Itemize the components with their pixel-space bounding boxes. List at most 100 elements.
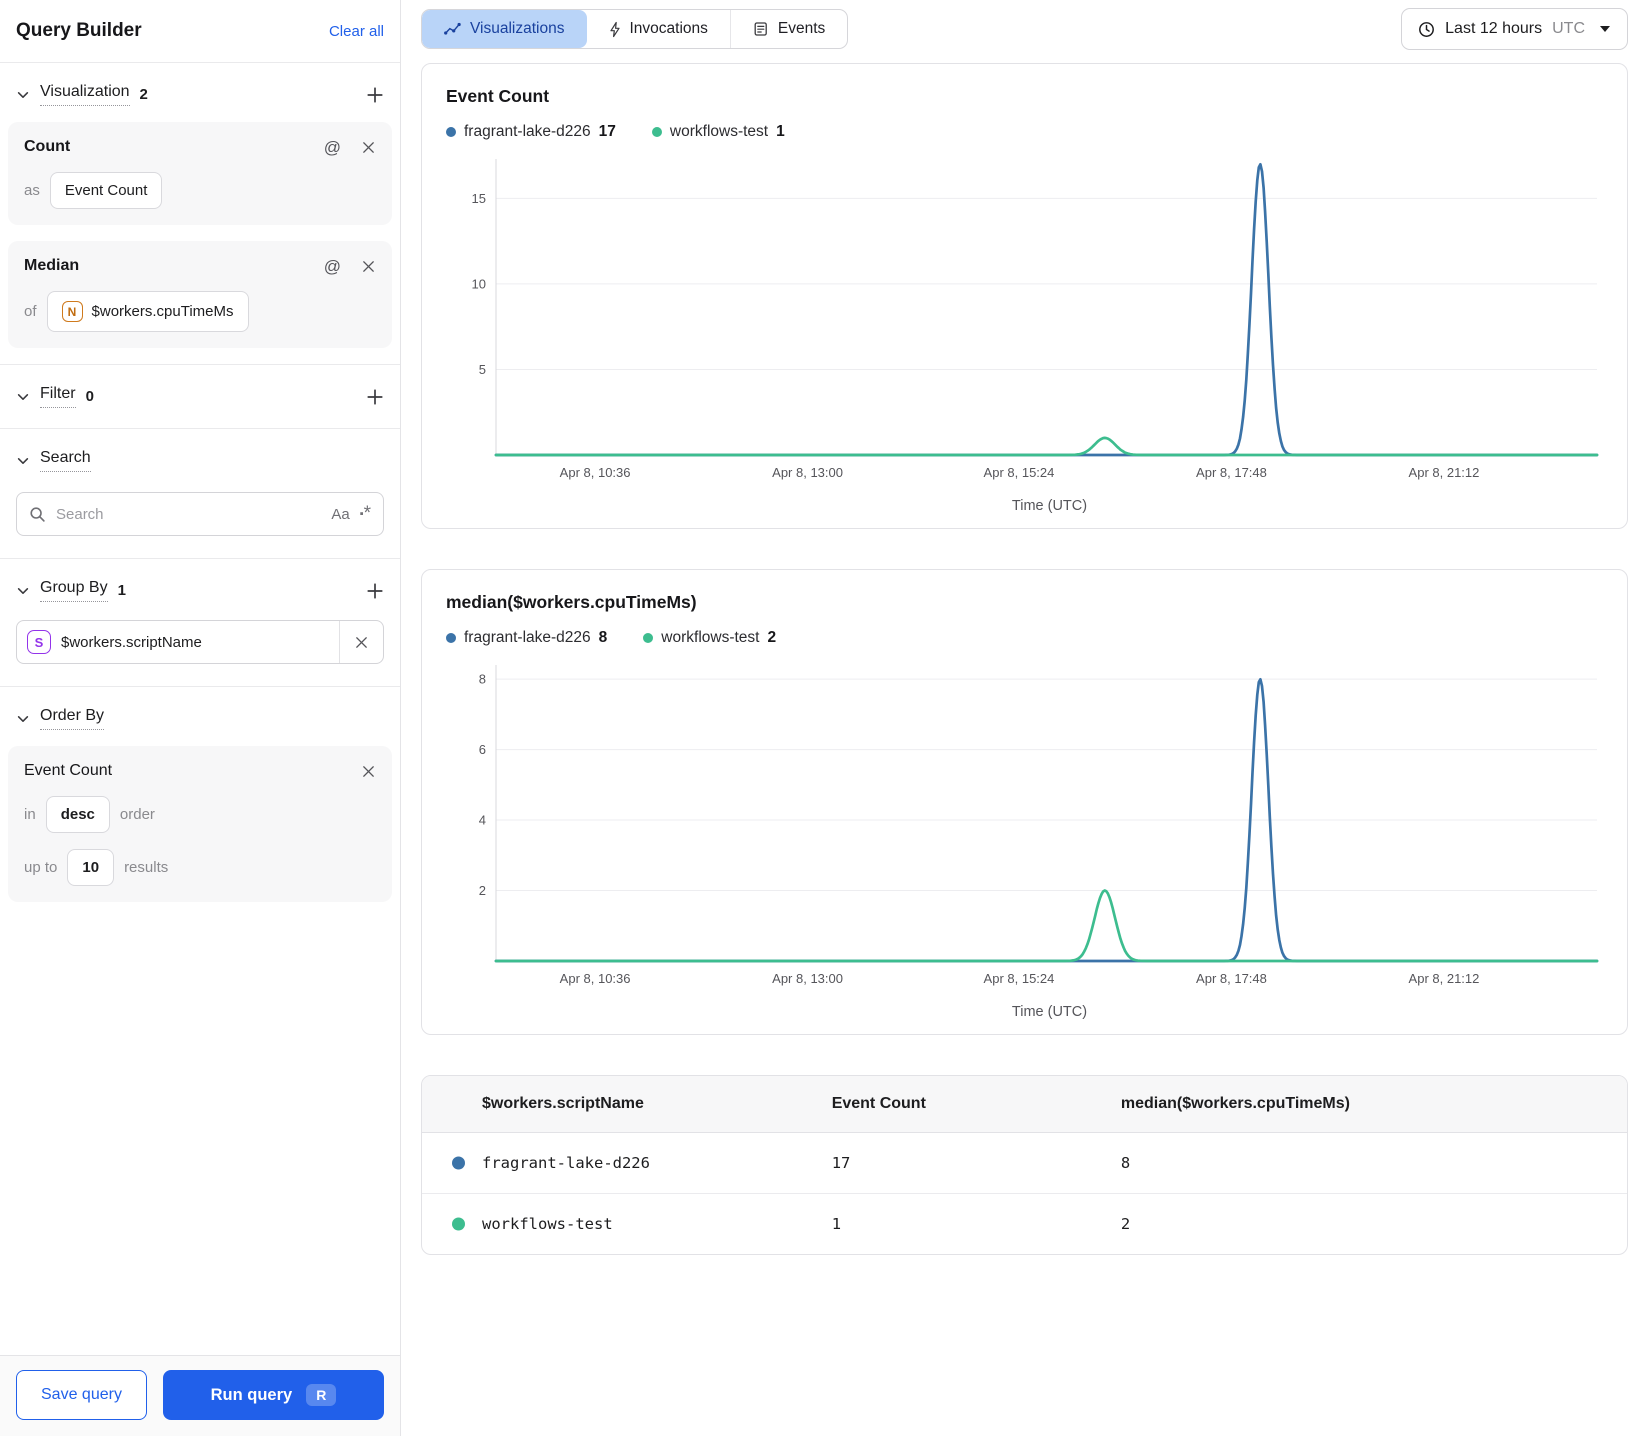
x-axis-title: Time (UTC) <box>1011 498 1088 514</box>
field-selector[interactable]: N $workers.cpuTimeMs <box>46 291 249 332</box>
event-count-chart-card: Event Count fragrant-lake-d226 17 workfl… <box>421 63 1628 529</box>
clock-icon <box>1418 21 1435 38</box>
sidebar-footer: Save query Run query R <box>0 1355 400 1436</box>
chevron-down-icon[interactable] <box>16 454 30 468</box>
table-row: fragrant-lake-d226 17 8 <box>422 1133 1627 1194</box>
at-mention-icon[interactable]: @ <box>324 139 341 156</box>
svg-text:10: 10 <box>472 276 486 291</box>
column-header-median: median($workers.cpuTimeMs) <box>1120 1095 1350 1112</box>
tab-events[interactable]: Events <box>729 10 847 48</box>
search-icon <box>29 506 46 523</box>
close-icon[interactable] <box>361 764 376 779</box>
column-header-script-name: $workers.scriptName <box>482 1095 644 1112</box>
chart-legend: fragrant-lake-d226 8 workflows-test 2 <box>446 629 1603 647</box>
query-builder-sidebar: Query Builder Clear all Visualization 2 … <box>0 0 401 1436</box>
svg-text:15: 15 <box>472 191 486 206</box>
filter-section-header: Filter 0 <box>0 365 400 422</box>
filter-section-label[interactable]: Filter <box>40 385 76 408</box>
legend-item[interactable]: workflows-test 2 <box>643 629 776 647</box>
clear-all-link[interactable]: Clear all <box>329 23 384 40</box>
group-by-item[interactable]: S $workers.scriptName <box>16 620 384 664</box>
search-input[interactable] <box>56 505 322 523</box>
line-chart-icon <box>444 22 461 36</box>
chart-plot-area[interactable]: 2 4 6 8 Apr 8, 10:36 Apr 8, 13:00 Apr 8, 15:24… <box>446 655 1603 996</box>
series-color-dot <box>452 1217 465 1231</box>
svg-text:Apr 8, 21:12: Apr 8, 21:12 <box>1409 971 1480 986</box>
legend-item[interactable]: fragrant-lake-d226 8 <box>446 629 607 647</box>
svg-text:2: 2 <box>479 883 486 898</box>
svg-text:Apr 8, 13:00: Apr 8, 13:00 <box>772 465 843 480</box>
add-visualization-button[interactable] <box>366 86 384 104</box>
add-filter-button[interactable] <box>366 388 384 406</box>
visualization-count: 2 <box>139 86 148 103</box>
legend-dot <box>446 633 456 643</box>
svg-text:4: 4 <box>479 813 486 828</box>
visualization-card-count: Count @ as Event Count <box>8 122 392 225</box>
close-icon[interactable] <box>361 140 376 155</box>
regex-icon[interactable]: ▪ * <box>360 504 371 523</box>
chart-plot-area[interactable]: 5 10 15 Apr 8, 10:36 Apr 8, 13:00 Apr 8, 15:2… <box>446 149 1603 490</box>
order-by-section-label[interactable]: Order By <box>40 707 105 730</box>
svg-text:Apr 8, 15:24: Apr 8, 15:24 <box>984 465 1055 480</box>
svg-text:Apr 8, 10:36: Apr 8, 10:36 <box>560 971 631 986</box>
order-label: order <box>119 806 155 823</box>
alias-field[interactable]: Event Count <box>49 172 163 209</box>
legend-dot <box>643 633 654 643</box>
tab-visualizations[interactable]: Visualizations <box>422 10 587 48</box>
order-by-card: Event Count in desc order up to 10 resul… <box>8 746 392 902</box>
svg-text:6: 6 <box>479 742 486 757</box>
chevron-down-icon[interactable] <box>16 390 30 404</box>
sidebar-body: Visualization 2 Count @ as Event Count M… <box>0 63 400 1355</box>
view-tabs: Visualizations Invocations Events <box>421 9 849 49</box>
search-box: Aa ▪* <box>16 492 384 536</box>
time-range-selector[interactable]: Last 12 hours UTC <box>1401 8 1628 50</box>
search-section-label[interactable]: Search <box>40 449 91 472</box>
visualization-section-label[interactable]: Visualization <box>40 83 130 106</box>
legend-dot <box>651 127 662 137</box>
limit-input[interactable]: 10 <box>67 849 115 886</box>
sort-direction-select[interactable]: desc <box>45 796 110 833</box>
add-group-by-button[interactable] <box>366 582 384 600</box>
order-by-section-header: Order By <box>0 687 400 744</box>
group-by-field: $workers.scriptName <box>61 633 202 651</box>
group-by-section-label[interactable]: Group By <box>40 579 108 602</box>
svg-text:5: 5 <box>479 362 486 377</box>
median-cputime-chart-card: median($workers.cpuTimeMs) fragrant-lake… <box>421 569 1628 1035</box>
save-query-button[interactable]: Save query <box>16 1370 147 1420</box>
number-type-icon: N <box>61 301 83 322</box>
topbar: Visualizations Invocations Events Last 1… <box>421 8 1628 50</box>
legend-item[interactable]: fragrant-lake-d226 17 <box>446 123 616 141</box>
up-to-label: up to <box>24 859 58 876</box>
line-chart: 2 4 6 8 Apr 8, 10:36 Apr 8, 13:00 Apr 8, 15:24… <box>479 665 1599 986</box>
sidebar-header: Query Builder Clear all <box>0 0 400 63</box>
document-icon <box>753 21 769 37</box>
legend-dot <box>446 127 456 137</box>
as-label: as <box>24 182 40 199</box>
chart-legend: fragrant-lake-d226 17 workflows-test 1 <box>446 123 1603 141</box>
run-query-button[interactable]: Run query R <box>162 1370 384 1420</box>
chart-title: Event Count <box>446 86 550 106</box>
chevron-down-icon <box>1599 25 1611 33</box>
close-icon[interactable] <box>361 259 376 274</box>
x-axis-title: Time (UTC) <box>1011 1004 1088 1020</box>
app-root: Query Builder Clear all Visualization 2 … <box>0 0 1640 1436</box>
chevron-down-icon[interactable] <box>16 712 30 726</box>
svg-text:Apr 8, 15:24: Apr 8, 15:24 <box>984 971 1055 986</box>
match-case-icon[interactable]: Aa <box>331 506 349 523</box>
at-mention-icon[interactable]: @ <box>324 258 341 275</box>
page-title: Query Builder <box>16 20 142 41</box>
chevron-down-icon[interactable] <box>16 584 30 598</box>
order-by-field: Event Count <box>24 762 113 779</box>
legend-item[interactable]: workflows-test 1 <box>651 123 785 141</box>
main-content: Visualizations Invocations Events Last 1… <box>401 0 1640 1436</box>
table-header-row: $workers.scriptName Event Count median($… <box>422 1076 1627 1133</box>
series-color-dot <box>452 1156 465 1170</box>
chevron-down-icon[interactable] <box>16 88 30 102</box>
remove-group-by-button[interactable] <box>339 621 383 663</box>
search-section-header: Search <box>0 429 400 486</box>
table-row: workflows-test 1 2 <box>422 1194 1627 1254</box>
results-label: results <box>124 859 169 876</box>
tab-invocations[interactable]: Invocations <box>587 10 730 48</box>
svg-text:Apr 8, 21:12: Apr 8, 21:12 <box>1409 465 1480 480</box>
line-chart: 5 10 15 Apr 8, 10:36 Apr 8, 13:00 Apr 8, 15:2… <box>472 159 1599 480</box>
